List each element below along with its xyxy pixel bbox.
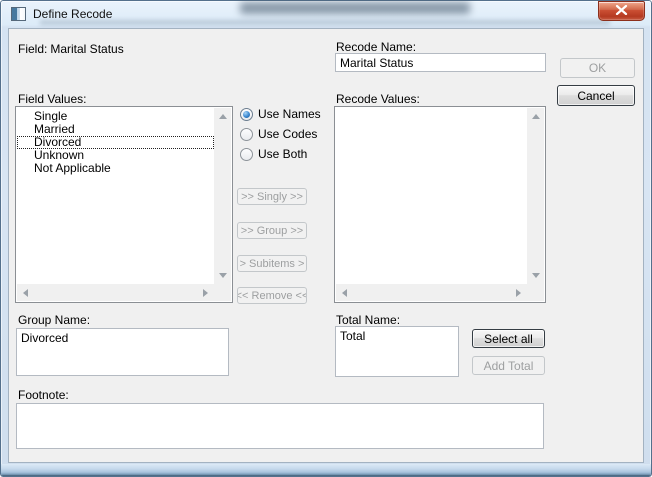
horizontal-scrollbar[interactable] [336,284,527,301]
recode-values-listbox[interactable] [334,106,546,303]
scroll-right-icon[interactable] [510,284,527,301]
select-all-button[interactable]: Select all [472,329,545,348]
subitems-button[interactable]: > Subitems > [237,255,307,272]
radio-use-both[interactable]: Use Both [240,147,307,161]
scroll-right-icon[interactable] [197,284,214,301]
scroll-down-icon[interactable] [527,267,544,284]
app-icon [11,7,26,21]
horizontal-scrollbar[interactable] [17,284,214,301]
radio-use-names[interactable]: Use Names [240,107,321,121]
ok-button[interactable]: OK [560,58,635,78]
title-bar[interactable]: Define Recode [0,0,652,28]
scroll-down-icon[interactable] [214,267,231,284]
recode-name-label: Recode Name: [336,40,416,54]
window-bottom-border [1,464,651,476]
define-recode-dialog: Define Recode Field:Marital Status Recod… [0,0,652,477]
field-label-value: Marital Status [50,42,123,56]
total-name-label: Total Name: [336,313,400,327]
scrollbar-corner [214,284,231,301]
group-name-label: Group Name: [18,313,90,327]
radio-label: Use Codes [258,127,317,141]
window-title: Define Recode [33,7,112,21]
scrollbar-corner [527,284,544,301]
group-name-input[interactable]: Divorced [16,328,229,376]
list-item[interactable]: Not Applicable [17,162,214,175]
radio-label: Use Both [258,147,307,161]
close-icon [615,4,628,18]
close-button[interactable] [598,1,645,21]
radio-label: Use Names [258,107,321,121]
field-values-items: Single Married Divorced Unknown Not Appl… [17,108,214,284]
recode-name-input[interactable] [335,53,546,72]
radio-selected-icon [240,108,253,121]
field-label-caption: Field: [18,42,47,56]
footnote-input[interactable] [16,403,544,449]
cancel-button[interactable]: Cancel [557,85,635,106]
radio-unselected-icon [240,148,253,161]
scroll-up-icon[interactable] [527,108,544,125]
vertical-scrollbar[interactable] [214,108,231,284]
vertical-scrollbar[interactable] [527,108,544,284]
field-values-listbox[interactable]: Single Married Divorced Unknown Not Appl… [15,106,233,303]
radio-unselected-icon [240,128,253,141]
recode-values-items [336,108,527,284]
scroll-left-icon[interactable] [336,284,353,301]
total-name-input[interactable]: Total [335,326,459,377]
field-label: Field:Marital Status [18,42,124,56]
radio-use-codes[interactable]: Use Codes [240,127,317,141]
footnote-label: Footnote: [18,388,69,402]
recode-values-label: Recode Values: [336,92,420,106]
scroll-left-icon[interactable] [17,284,34,301]
group-button[interactable]: >> Group >> [237,222,307,239]
singly-button[interactable]: >> Singly >> [237,188,307,205]
scroll-up-icon[interactable] [214,108,231,125]
remove-button[interactable]: << Remove << [237,287,307,304]
field-values-label: Field Values: [18,92,86,106]
add-total-button[interactable]: Add Total [472,356,545,375]
